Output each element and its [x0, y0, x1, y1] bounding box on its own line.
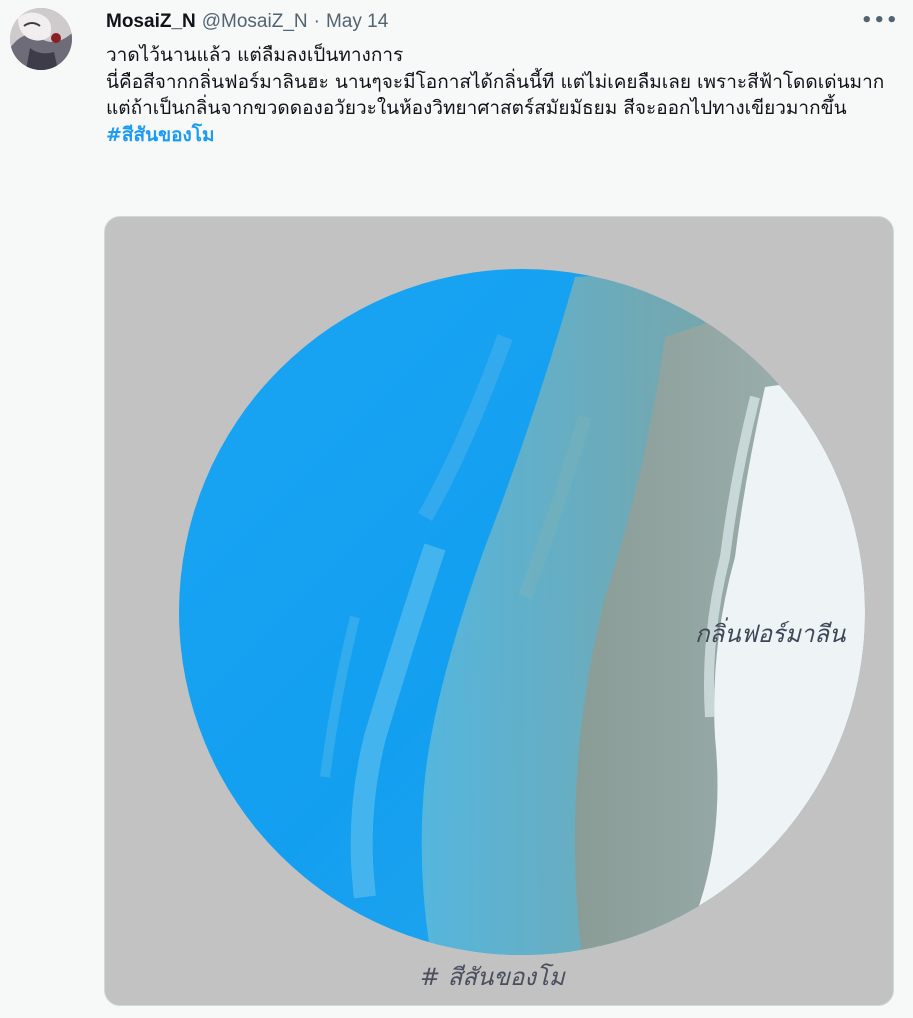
more-options-icon[interactable]: ••• — [861, 10, 898, 34]
author-display-name[interactable]: MosaiZ_N — [106, 11, 196, 33]
tweet-date[interactable]: May 14 — [326, 11, 388, 33]
painting-label: กลิ่นฟอร์มาลีน — [695, 617, 846, 648]
tweet-text: วาดไว้นานแล้ว แต่ลืมลงเป็นทางการ นี่คือส… — [106, 42, 896, 148]
painting-hashtag: # สีสันของโม — [420, 963, 566, 991]
tweet-media-image[interactable]: กลิ่นฟอร์มาลีน # สีสันของโม — [104, 216, 894, 1006]
header-separator: · — [313, 11, 320, 32]
tweet-header: MosaiZ_N @MosaiZ_N · May 14 — [106, 10, 388, 34]
author-handle[interactable]: @MosaiZ_N — [202, 11, 308, 33]
hashtag-link[interactable]: #สีสันของโม — [106, 124, 215, 146]
painting-image: กลิ่นฟอร์มาลีน # สีสันของโม — [105, 217, 893, 1005]
tweet-text-line: นี่คือสีจากกลิ่นฟอร์มาลินฮะ นานๆจะมีโอกา… — [106, 70, 885, 120]
tweet: MosaiZ_N @MosaiZ_N · May 14 ••• วาดไว้นา… — [0, 0, 913, 1018]
avatar-illustration-icon — [10, 8, 72, 70]
tweet-text-line: วาดไว้นานแล้ว แต่ลืมลงเป็นทางการ — [106, 44, 404, 66]
author-avatar[interactable] — [10, 8, 72, 70]
